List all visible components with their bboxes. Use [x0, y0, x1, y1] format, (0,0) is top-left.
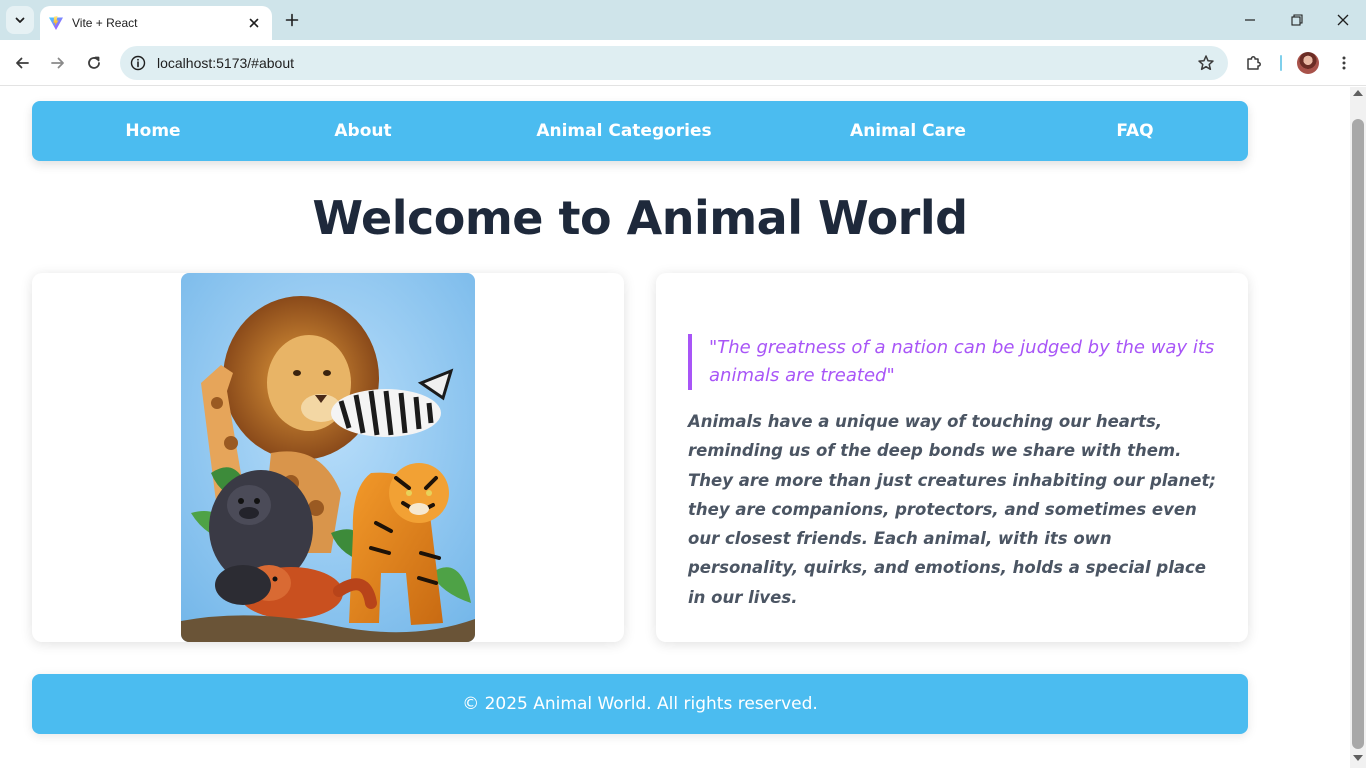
- animal-collage-image: [181, 273, 475, 642]
- restore-icon: [1291, 14, 1303, 26]
- minimize-icon: [1245, 19, 1255, 21]
- puzzle-icon: [1247, 56, 1261, 70]
- arrow-right-icon: [51, 57, 64, 69]
- page-viewport: Home About Animal Categories Animal Care…: [0, 87, 1350, 768]
- site-info-button[interactable]: [128, 53, 148, 73]
- close-icon: [1337, 14, 1349, 26]
- image-card: [32, 273, 624, 642]
- page-scrollbar[interactable]: [1350, 87, 1366, 768]
- browser-tab[interactable]: Vite + React: [40, 6, 272, 40]
- address-bar[interactable]: localhost:5173/#about: [120, 46, 1228, 80]
- nav-link-animal-categories[interactable]: Animal Categories: [519, 101, 729, 161]
- about-card: "The greatness of a nation can be judged…: [656, 273, 1248, 642]
- new-tab-button[interactable]: [280, 8, 304, 32]
- chevron-down-icon: [15, 17, 25, 23]
- bookmark-button[interactable]: [1194, 51, 1218, 75]
- about-paragraph: Animals have a unique way of touching ou…: [688, 412, 1216, 607]
- back-button[interactable]: [10, 51, 34, 75]
- toolbar-separator: [1280, 55, 1282, 71]
- plus-icon: [285, 13, 299, 27]
- close-window-button[interactable]: [1331, 8, 1355, 32]
- arrow-left-icon: [16, 57, 29, 69]
- profile-avatar[interactable]: [1297, 52, 1319, 74]
- site-footer: © 2025 Animal World. All rights reserved…: [32, 674, 1248, 734]
- minimize-button[interactable]: [1238, 8, 1262, 32]
- footer-text: © 2025 Animal World. All rights reserved…: [462, 694, 818, 714]
- reload-icon: [88, 56, 100, 69]
- tab-strip: Vite + React: [0, 0, 1366, 40]
- kebab-menu-icon: [1342, 56, 1346, 70]
- scroll-down-arrow-icon[interactable]: [1353, 755, 1363, 761]
- info-icon: [130, 55, 146, 71]
- url-text[interactable]: localhost:5173/#about: [157, 55, 1194, 71]
- site-navbar: Home About Animal Categories Animal Care…: [32, 101, 1248, 161]
- forward-button[interactable]: [46, 51, 70, 75]
- scroll-thumb[interactable]: [1352, 119, 1364, 749]
- browser-toolbar: localhost:5173/#about: [0, 40, 1366, 86]
- close-icon: [249, 18, 259, 28]
- browser-menu-button[interactable]: [1332, 51, 1356, 75]
- nav-link-about[interactable]: About: [303, 101, 423, 161]
- nav-link-animal-care[interactable]: Animal Care: [833, 101, 983, 161]
- nav-link-faq[interactable]: FAQ: [1085, 101, 1185, 161]
- star-icon: [1198, 55, 1214, 71]
- page-title: Welcome to Animal World: [312, 191, 968, 245]
- tab-title: Vite + React: [72, 16, 138, 30]
- quote-text: "The greatness of a nation can be judged…: [688, 334, 1218, 390]
- nav-link-home[interactable]: Home: [93, 101, 213, 161]
- scroll-up-arrow-icon[interactable]: [1353, 90, 1363, 96]
- restore-button[interactable]: [1285, 8, 1309, 32]
- reload-button[interactable]: [82, 51, 106, 75]
- tab-close-button[interactable]: [246, 15, 262, 31]
- vite-logo-icon: [49, 16, 63, 30]
- extensions-button[interactable]: [1242, 51, 1266, 75]
- tab-search-button[interactable]: [6, 6, 34, 34]
